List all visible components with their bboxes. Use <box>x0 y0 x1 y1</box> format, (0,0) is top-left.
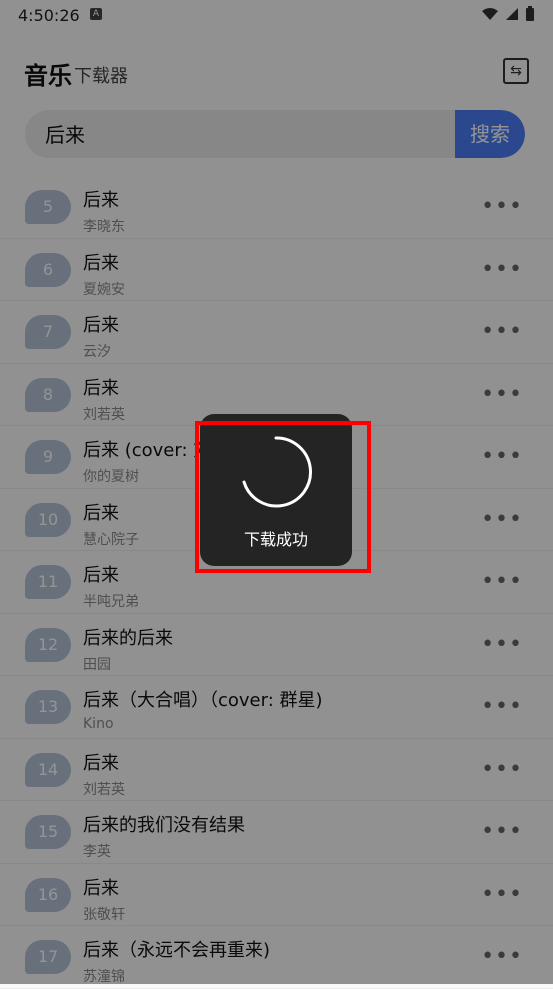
highlight-box <box>195 421 371 573</box>
